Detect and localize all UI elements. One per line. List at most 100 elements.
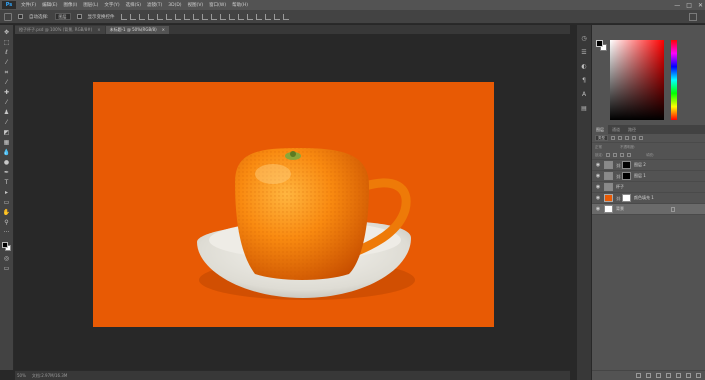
auto-select-checkbox[interactable]	[18, 14, 23, 19]
distribute-middle-icon[interactable]	[183, 13, 190, 20]
clone-stamp-tool-icon[interactable]: ♟	[3, 109, 11, 116]
move-tool-icon[interactable]: ✥	[3, 29, 11, 36]
blur-tool-icon[interactable]: 💧	[3, 149, 11, 156]
menu-image[interactable]: 图像(I)	[60, 2, 80, 8]
3d-rotate-icon[interactable]	[246, 13, 253, 20]
hand-tool-icon[interactable]: ✋	[3, 209, 11, 216]
distribute-bottom-icon[interactable]	[192, 13, 199, 20]
distribute-center-icon[interactable]	[210, 13, 217, 20]
layer-filter-dropdown[interactable]: 类型	[595, 135, 608, 141]
filter-type-icon[interactable]	[625, 136, 629, 140]
foreground-color-swatch[interactable]	[1, 242, 8, 248]
3d-mode-icon[interactable]	[237, 13, 244, 20]
shape-tool-icon[interactable]: ▭	[3, 199, 11, 206]
menu-3d[interactable]: 3D(D)	[165, 3, 184, 8]
more-tools-icon[interactable]: ···	[3, 229, 11, 236]
align-left-icon[interactable]	[147, 13, 154, 20]
zoom-level[interactable]: 50%	[17, 373, 26, 378]
menu-type[interactable]: 文字(Y)	[101, 2, 122, 8]
layer-name[interactable]: 背景	[616, 206, 624, 212]
distribute-left-icon[interactable]	[201, 13, 208, 20]
layer-row[interactable]: ◉ ⛓ 图层 2	[592, 160, 705, 171]
layer-name[interactable]: 杯子	[616, 184, 624, 190]
visibility-eye-icon[interactable]: ◉	[595, 196, 601, 201]
distribute-right-icon[interactable]	[219, 13, 226, 20]
3d-roll-icon[interactable]	[255, 13, 262, 20]
healing-brush-tool-icon[interactable]: ✚	[3, 89, 11, 96]
delete-layer-icon[interactable]	[696, 373, 701, 378]
tab-paths[interactable]: 路径	[624, 125, 640, 134]
layer-mask-thumbnail[interactable]	[622, 194, 631, 202]
menu-help[interactable]: 帮助(H)	[229, 2, 251, 8]
close-tab-icon[interactable]: ×	[162, 26, 165, 34]
tab-channels[interactable]: 通道	[608, 125, 624, 134]
type-tool-icon[interactable]: T	[3, 179, 11, 186]
menu-window[interactable]: 窗口(W)	[206, 2, 229, 8]
tab-layers[interactable]: 图层	[592, 125, 608, 134]
document-info[interactable]: 文档:2.97M/16.3M	[32, 373, 67, 379]
filter-adjustment-icon[interactable]	[618, 136, 622, 140]
close-icon[interactable]: ✕	[698, 2, 703, 9]
libraries-icon[interactable]: ▤	[581, 105, 588, 112]
blend-mode-dropdown[interactable]: 正常	[595, 145, 602, 150]
auto-align-icon[interactable]	[228, 13, 235, 20]
layer-row[interactable]: ◉ 杯子	[592, 182, 705, 193]
align-bottom-icon[interactable]	[138, 13, 145, 20]
align-top-icon[interactable]	[120, 13, 127, 20]
lock-pixels-icon[interactable]	[613, 153, 618, 157]
link-icon[interactable]: ⛓	[616, 163, 621, 168]
3d-scale-icon[interactable]	[282, 13, 289, 20]
minimize-icon[interactable]: —	[674, 2, 680, 9]
filter-pixel-icon[interactable]	[611, 136, 615, 140]
menu-view[interactable]: 视图(V)	[185, 2, 207, 8]
layer-name[interactable]: 图层 1	[634, 173, 646, 179]
distribute-top-icon[interactable]	[174, 13, 181, 20]
history-brush-tool-icon[interactable]: ⁄	[3, 119, 11, 126]
auto-select-dropdown[interactable]: 图层	[54, 13, 71, 20]
align-middle-icon[interactable]	[129, 13, 136, 20]
close-tab-icon[interactable]: ×	[97, 26, 100, 34]
eyedropper-tool-icon[interactable]: ⁄	[3, 79, 11, 86]
link-icon[interactable]: ⛓	[616, 174, 621, 179]
add-mask-icon[interactable]	[656, 373, 661, 378]
align-center-icon[interactable]	[156, 13, 163, 20]
eraser-tool-icon[interactable]: ◩	[3, 129, 11, 136]
link-layers-icon[interactable]	[636, 373, 641, 378]
move-tool-icon[interactable]	[4, 12, 12, 21]
layer-row[interactable]: ◉ ⛓ 图层 1	[592, 171, 705, 182]
menu-layer[interactable]: 图层(L)	[80, 2, 101, 8]
quick-mask-icon[interactable]: ◎	[3, 255, 11, 262]
layer-name[interactable]: 图层 2	[634, 162, 646, 168]
visibility-eye-icon[interactable]: ◉	[595, 174, 601, 179]
visibility-eye-icon[interactable]: ◉	[595, 185, 601, 190]
new-layer-icon[interactable]	[686, 373, 691, 378]
visibility-eye-icon[interactable]: ◉	[595, 163, 601, 168]
marquee-tool-icon[interactable]: ⬚	[3, 39, 11, 46]
history-icon[interactable]: ◷	[581, 35, 588, 42]
adjustments-icon[interactable]: ◐	[581, 63, 588, 70]
visibility-eye-icon[interactable]: ◉	[595, 207, 601, 212]
panel-color-swatches[interactable]	[596, 40, 608, 52]
lock-all-icon[interactable]	[627, 153, 632, 157]
align-right-icon[interactable]	[165, 13, 172, 20]
pen-tool-icon[interactable]: ✒	[3, 169, 11, 176]
hue-slider[interactable]	[671, 40, 677, 120]
show-transform-checkbox[interactable]	[76, 14, 82, 19]
color-swatches[interactable]	[1, 242, 12, 252]
lock-position-icon[interactable]	[620, 153, 625, 157]
dodge-tool-icon[interactable]: ●	[3, 159, 11, 166]
document-tab[interactable]: 橙子杯子.psd @ 100% (背景, RGB/8#) ×	[15, 26, 105, 34]
3d-slide-icon[interactable]	[273, 13, 280, 20]
path-select-tool-icon[interactable]: ▸	[3, 189, 11, 196]
zoom-tool-icon[interactable]: ⚲	[3, 219, 11, 226]
layer-mask-thumbnail[interactable]	[622, 172, 631, 180]
document-canvas[interactable]	[93, 82, 494, 327]
layer-row[interactable]: ◉ ⛓ 颜色填充 1	[592, 193, 705, 204]
layer-row-selected[interactable]: ◉ 背景	[592, 204, 705, 215]
filter-shape-icon[interactable]	[632, 136, 636, 140]
paragraph-icon[interactable]: ¶	[581, 77, 588, 84]
menu-select[interactable]: 选择(S)	[123, 2, 144, 8]
lock-transparent-icon[interactable]	[606, 153, 611, 157]
color-picker-field[interactable]	[610, 40, 664, 120]
3d-drag-icon[interactable]	[264, 13, 271, 20]
